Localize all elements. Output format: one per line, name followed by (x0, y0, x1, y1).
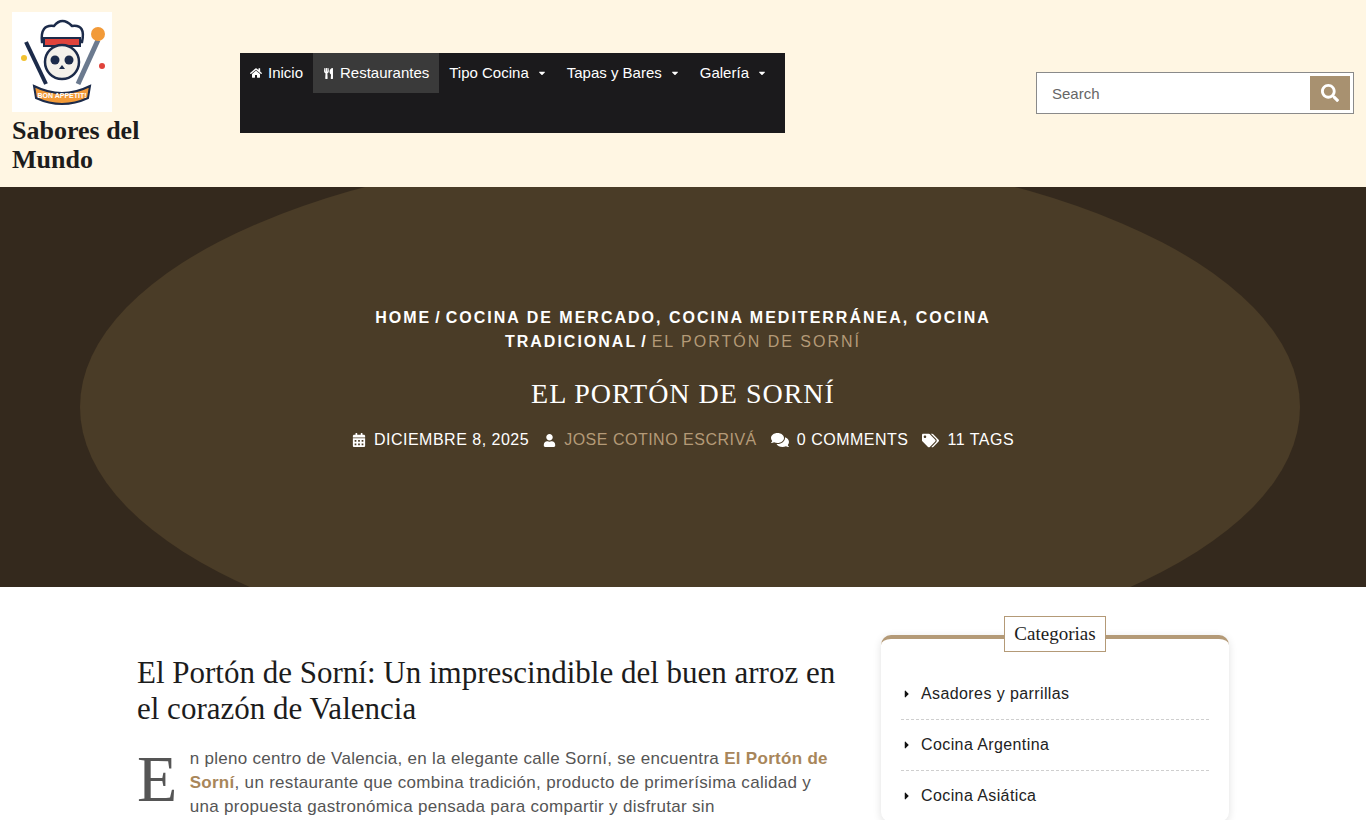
page: BON APPETIT! Sabores del Mundo InicioResta… (0, 0, 1366, 820)
category-item[interactable]: Asadores y parrillas (901, 669, 1209, 720)
breadcrumb: HOME/COCINA DE MERCADO, COCINA MEDITERRÁ… (363, 306, 1003, 354)
categories-widget: CategoriasAsadores y parrillasCocina Arg… (881, 635, 1229, 820)
main-nav: InicioRestaurantesTipo CocinaTapas y Bar… (240, 53, 785, 133)
content: El Portón de Sorní: Un imprescindible de… (137, 587, 1229, 820)
post-comments[interactable]: 0 COMMENTS (797, 428, 909, 452)
caret-right-icon (901, 790, 913, 802)
breadcrumb-item[interactable]: HOME (375, 309, 431, 326)
category-item[interactable]: Cocina Argentina (901, 720, 1209, 771)
tags-icon (922, 432, 939, 449)
nav-item[interactable]: Tapas y Bares (557, 53, 690, 93)
branding: BON APPETIT! Sabores del Mundo (0, 0, 240, 187)
caret-down-icon (670, 68, 680, 78)
nav-item[interactable]: Tipo Cocina (439, 53, 556, 93)
search-form (1036, 72, 1354, 114)
nav-item[interactable]: Restaurantes (313, 53, 439, 93)
widget-title: Categorias (1004, 616, 1105, 652)
search-button[interactable] (1310, 76, 1350, 110)
post-date: DICIEMBRE 8, 2025 (374, 428, 529, 452)
hero-banner: HOME/COCINA DE MERCADO, COCINA MEDITERRÁ… (0, 187, 1366, 587)
post-meta: DICIEMBRE 8, 2025 JOSE COTINO ESCRIVÁ 0 CO… (352, 428, 1014, 452)
caret-right-icon (901, 739, 913, 751)
category-item[interactable]: Cocina Asiática (901, 771, 1209, 820)
hero-title: EL PORTÓN DE SORNÍ (531, 376, 835, 412)
site-title[interactable]: Sabores del Mundo (12, 116, 182, 174)
nav-item[interactable]: Inicio (240, 53, 313, 93)
site-header: BON APPETIT! Sabores del Mundo InicioResta… (0, 0, 1366, 187)
post-tags: 11 TAGS (947, 428, 1014, 452)
calendar-icon (352, 433, 366, 447)
post-author[interactable]: JOSE COTINO ESCRIVÁ (564, 428, 757, 452)
article-paragraph: En pleno centro de Valencia, en la elega… (137, 747, 840, 819)
logo-icon[interactable]: BON APPETIT! (12, 12, 112, 112)
caret-down-icon (537, 68, 547, 78)
article-heading: El Portón de Sorní: Un imprescindible de… (137, 655, 840, 727)
comments-icon (771, 431, 789, 449)
nav-item[interactable]: Galería (690, 53, 777, 93)
caret-right-icon (901, 688, 913, 700)
caret-down-icon (757, 68, 767, 78)
sidebar: Categorias Asadores y parrillasCocina Arg… (881, 587, 1229, 820)
search-input[interactable] (1037, 73, 1310, 113)
search-icon (1321, 84, 1339, 102)
article: El Portón de Sorní: Un imprescindible de… (137, 587, 840, 820)
user-icon (543, 434, 556, 447)
drop-cap: E (137, 749, 178, 809)
utensils-icon (323, 68, 334, 79)
breadcrumb-item: EL PORTÓN DE SORNÍ (652, 333, 861, 350)
home-icon (250, 67, 262, 79)
svg-text:BON APPETIT!: BON APPETIT! (37, 92, 86, 99)
